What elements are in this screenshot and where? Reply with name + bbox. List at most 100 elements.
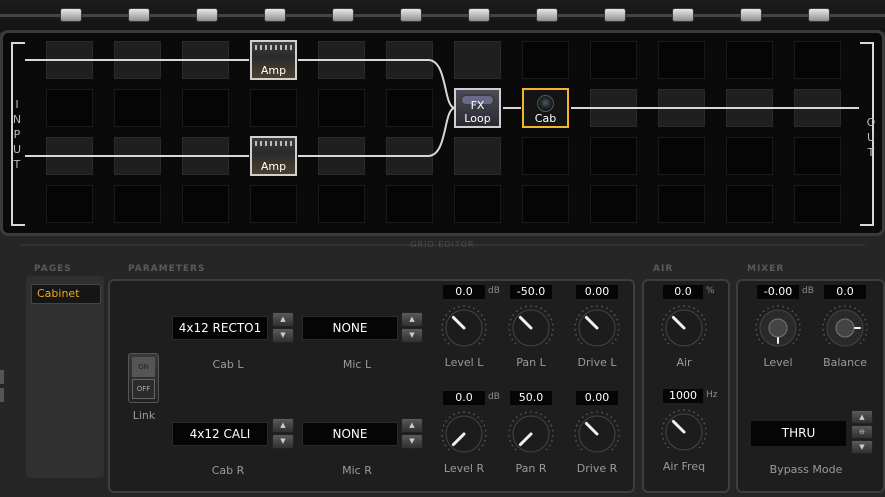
grid-cell[interactable] <box>114 89 161 127</box>
air-freq-knob[interactable] <box>660 408 708 456</box>
pan-l-knob[interactable] <box>507 304 555 352</box>
row-handle[interactable] <box>672 8 694 22</box>
grid-cell[interactable] <box>454 137 501 175</box>
grid-cell[interactable] <box>318 185 365 223</box>
balance-knob[interactable] <box>821 304 869 352</box>
level-r-readout[interactable]: 0.0 <box>443 391 485 405</box>
grid-cell[interactable] <box>658 137 705 175</box>
grid-cell[interactable] <box>794 137 841 175</box>
page-tab-cabinet[interactable]: Cabinet <box>31 284 101 304</box>
row-handle[interactable] <box>536 8 558 22</box>
grid-cell[interactable] <box>250 185 297 223</box>
grid-cell[interactable] <box>386 89 433 127</box>
fx-loop-block[interactable]: FX Loop <box>454 88 501 128</box>
grid-cell[interactable] <box>386 137 433 175</box>
grid-cell[interactable] <box>250 89 297 127</box>
row-handle[interactable] <box>264 8 286 22</box>
grid-cell[interactable] <box>318 89 365 127</box>
mixer-level-readout[interactable]: -0.00 <box>757 285 799 299</box>
up-arrow-icon[interactable]: ▲ <box>851 410 873 424</box>
grid-cell[interactable] <box>182 89 229 127</box>
grid-cell[interactable] <box>454 41 501 79</box>
grid-cell[interactable] <box>454 185 501 223</box>
mic-r-stepper[interactable]: ▲ ▼ <box>401 418 423 449</box>
drive-r-readout[interactable]: 0.00 <box>576 391 618 405</box>
grid-cell[interactable] <box>114 137 161 175</box>
up-arrow-icon[interactable]: ▲ <box>401 418 423 433</box>
row-handle[interactable] <box>128 8 150 22</box>
level-l-readout[interactable]: 0.0 <box>443 285 485 299</box>
air-knob[interactable] <box>660 304 708 352</box>
grid-cell[interactable] <box>182 137 229 175</box>
down-arrow-icon[interactable]: ▼ <box>272 434 294 449</box>
grid-cell[interactable] <box>590 137 637 175</box>
mic-l-select[interactable]: NONE <box>302 316 398 340</box>
bypass-mode-select[interactable]: THRU <box>751 421 846 446</box>
drive-l-readout[interactable]: 0.00 <box>576 285 618 299</box>
level-l-knob[interactable] <box>440 304 488 352</box>
mic-l-stepper[interactable]: ▲ ▼ <box>401 312 423 343</box>
grid-cell[interactable] <box>522 185 569 223</box>
row-handle[interactable] <box>60 8 82 22</box>
air-readout[interactable]: 0.0 <box>663 285 703 299</box>
grid-cell[interactable] <box>318 137 365 175</box>
mic-r-select[interactable]: NONE <box>302 422 398 446</box>
row-handle[interactable] <box>400 8 422 22</box>
grid-cell[interactable] <box>658 185 705 223</box>
level-r-knob[interactable] <box>440 410 488 458</box>
panel-edge-handle[interactable] <box>0 388 4 402</box>
grid-cell[interactable] <box>590 89 637 127</box>
grid-cell[interactable] <box>386 185 433 223</box>
down-arrow-icon[interactable]: ▼ <box>272 328 294 343</box>
up-arrow-icon[interactable]: ▲ <box>272 312 294 327</box>
row-handle[interactable] <box>196 8 218 22</box>
pan-l-readout[interactable]: -50.0 <box>510 285 552 299</box>
grid-cell[interactable] <box>658 41 705 79</box>
grid-cell[interactable] <box>386 41 433 79</box>
balance-readout[interactable]: 0.0 <box>824 285 866 299</box>
grid-cell[interactable] <box>590 41 637 79</box>
grid-cell[interactable] <box>182 41 229 79</box>
down-arrow-icon[interactable]: ▼ <box>401 328 423 343</box>
grid-cell[interactable] <box>726 137 773 175</box>
down-arrow-icon[interactable]: ▼ <box>851 440 873 454</box>
grid-cell[interactable] <box>46 89 93 127</box>
row-handle[interactable] <box>740 8 762 22</box>
grid-cell[interactable] <box>794 89 841 127</box>
row-handle[interactable] <box>604 8 626 22</box>
grid-cell[interactable] <box>658 89 705 127</box>
grid-cell[interactable] <box>318 41 365 79</box>
up-arrow-icon[interactable]: ▲ <box>401 312 423 327</box>
link-toggle[interactable]: ON OFF <box>128 353 159 403</box>
grid-cell[interactable] <box>794 185 841 223</box>
row-handle[interactable] <box>332 8 354 22</box>
cab-r-stepper[interactable]: ▲ ▼ <box>272 418 294 449</box>
bypass-mode-stepper[interactable]: ▲ ⊖ ▼ <box>851 410 873 455</box>
cab-l-select[interactable]: 4x12 RECTO1 <box>172 316 268 340</box>
grid-cell[interactable] <box>522 41 569 79</box>
grid-cell[interactable] <box>522 137 569 175</box>
grid-cell[interactable] <box>182 185 229 223</box>
pan-r-readout[interactable]: 50.0 <box>510 391 552 405</box>
row-handle[interactable] <box>808 8 830 22</box>
cab-r-select[interactable]: 4x12 CALI <box>172 422 268 446</box>
grid-cell[interactable] <box>46 41 93 79</box>
grid-cell[interactable] <box>46 137 93 175</box>
link-icon[interactable]: ⊖ <box>851 425 873 439</box>
grid-cell[interactable] <box>726 185 773 223</box>
cab-l-stepper[interactable]: ▲ ▼ <box>272 312 294 343</box>
amp-block[interactable]: Amp <box>250 40 297 80</box>
drive-r-knob[interactable] <box>573 410 621 458</box>
mixer-level-knob[interactable] <box>754 304 802 352</box>
amp-block[interactable]: Amp <box>250 136 297 176</box>
panel-edge-handle[interactable] <box>0 370 4 384</box>
grid-cell[interactable] <box>46 185 93 223</box>
grid-cell[interactable] <box>726 89 773 127</box>
grid-cell[interactable] <box>114 41 161 79</box>
down-arrow-icon[interactable]: ▼ <box>401 434 423 449</box>
pan-r-knob[interactable] <box>507 410 555 458</box>
up-arrow-icon[interactable]: ▲ <box>272 418 294 433</box>
cab-block[interactable]: Cab <box>522 88 569 128</box>
grid-cell[interactable] <box>726 41 773 79</box>
grid-cell[interactable] <box>794 41 841 79</box>
